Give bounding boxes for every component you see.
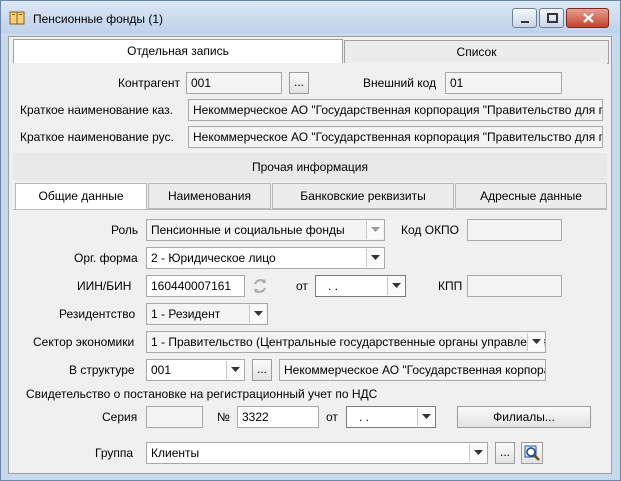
chevron-down-icon (254, 311, 263, 316)
structure-select[interactable]: 001 (146, 359, 245, 381)
iin-date-dropdown-button[interactable] (387, 277, 404, 295)
structure-name-field[interactable]: Некоммерческое АО "Государственная корпо… (279, 359, 546, 381)
tab-general[interactable]: Общие данные (15, 183, 147, 211)
residency-label: Резидентство (59, 307, 136, 321)
close-button[interactable] (566, 8, 609, 28)
refresh-button[interactable] (249, 275, 271, 297)
client-area: Отдельная запись Список Контрагент 001 .… (8, 36, 612, 474)
sector-label: Сектор экономики (33, 335, 135, 349)
number-field[interactable]: 3322 (237, 406, 319, 428)
tab-list[interactable]: Список (344, 40, 609, 64)
titlebar: Пенсионные фонды (1) (1, 1, 620, 33)
chevron-down-icon (392, 283, 401, 288)
vat-date-dropdown-button[interactable] (417, 408, 434, 426)
group-label: Группа (95, 446, 134, 460)
contragent-label: Контрагент (118, 76, 181, 90)
structure-dropdown-button[interactable] (226, 361, 243, 379)
residency-value: 1 - Резидент (151, 307, 221, 321)
series-field[interactable] (146, 406, 203, 428)
tab-address[interactable]: Адресные данные (455, 183, 607, 209)
minimize-icon (521, 21, 529, 23)
role-value: Пенсионные и социальные фонды (151, 223, 345, 237)
structure-browse-button[interactable]: ... (252, 359, 272, 381)
org-form-select[interactable]: 2 - Юридическое лицо (146, 247, 385, 269)
maximize-icon (547, 13, 558, 23)
window-title: Пенсионные фонды (1) (33, 12, 163, 26)
tab-record[interactable]: Отдельная запись (13, 39, 343, 63)
chevron-down-icon (231, 367, 240, 372)
tab-names[interactable]: Наименования (148, 183, 271, 209)
group-browse-button[interactable]: ... (495, 442, 515, 464)
iin-date-picker[interactable]: . . (315, 275, 406, 297)
minimize-button[interactable] (512, 8, 537, 28)
org-form-dropdown-button[interactable] (366, 249, 383, 267)
contragent-field[interactable]: 001 (186, 72, 282, 94)
contragent-browse-button[interactable]: ... (289, 72, 309, 94)
chevron-down-icon (371, 255, 380, 260)
residency-select[interactable]: 1 - Резидент (146, 303, 268, 325)
sector-select[interactable]: 1 - Правительство (Центральные государст… (146, 331, 546, 353)
external-code-field[interactable]: 01 (445, 72, 562, 94)
short-name-rus-label: Краткое наименование рус. (20, 130, 174, 144)
book-icon (9, 11, 25, 25)
org-form-value: 2 - Юридическое лицо (151, 251, 276, 265)
group-search-button[interactable] (521, 442, 543, 464)
maximize-button[interactable] (539, 8, 564, 28)
sector-value: 1 - Правительство (Центральные государст… (151, 335, 546, 349)
kpp-label: КПП (438, 279, 463, 293)
short-name-rus-field[interactable]: Некоммерческое АО "Государственная корпо… (188, 126, 603, 148)
short-name-kaz-field[interactable]: Некоммерческое АО "Государственная корпо… (188, 99, 603, 121)
residency-dropdown-button[interactable] (249, 305, 266, 323)
iin-field[interactable]: 160440007161 (146, 275, 245, 297)
vat-from-label: от (326, 410, 338, 424)
vat-date-picker[interactable]: . . (346, 406, 436, 428)
refresh-icon (254, 279, 266, 293)
number-label: № (217, 410, 230, 424)
role-dropdown-button[interactable] (366, 221, 383, 239)
magnifier-icon (524, 445, 540, 461)
chevron-down-icon (371, 227, 380, 232)
kpp-field[interactable] (467, 275, 562, 297)
iin-date-value: . . (328, 279, 339, 293)
short-name-kaz-label: Краткое наименование каз. (20, 103, 174, 117)
group-dropdown-button[interactable] (469, 444, 486, 462)
chevron-down-icon (532, 339, 541, 344)
window: Пенсионные фонды (1) Отдельная запись Сп… (0, 0, 621, 481)
close-icon (583, 13, 594, 23)
other-info-section: Прочая информация (13, 153, 607, 181)
group-select[interactable]: Клиенты (146, 442, 488, 464)
series-label: Серия (102, 410, 138, 424)
okpo-label: Код ОКПО (401, 223, 460, 237)
iin-from-label: от (296, 279, 308, 293)
org-form-label: Орг. форма (74, 251, 138, 265)
role-label: Роль (111, 223, 139, 237)
vat-date-value: . . (359, 410, 370, 424)
chevron-down-icon (422, 414, 431, 419)
sector-dropdown-button[interactable] (527, 333, 544, 351)
vat-caption: Свидетельство о постановке на регистраци… (26, 387, 378, 401)
structure-value: 001 (151, 363, 172, 377)
group-value: Клиенты (151, 446, 200, 460)
okpo-field[interactable] (467, 219, 562, 241)
tab-bank[interactable]: Банковские реквизиты (272, 183, 454, 209)
external-code-label: Внешний код (363, 76, 437, 90)
chevron-down-icon (474, 450, 483, 455)
role-select[interactable]: Пенсионные и социальные фонды (146, 219, 385, 241)
iin-label: ИИН/БИН (77, 279, 132, 293)
branches-button[interactable]: Филиалы... (457, 406, 591, 428)
structure-label: В структуре (69, 363, 135, 377)
